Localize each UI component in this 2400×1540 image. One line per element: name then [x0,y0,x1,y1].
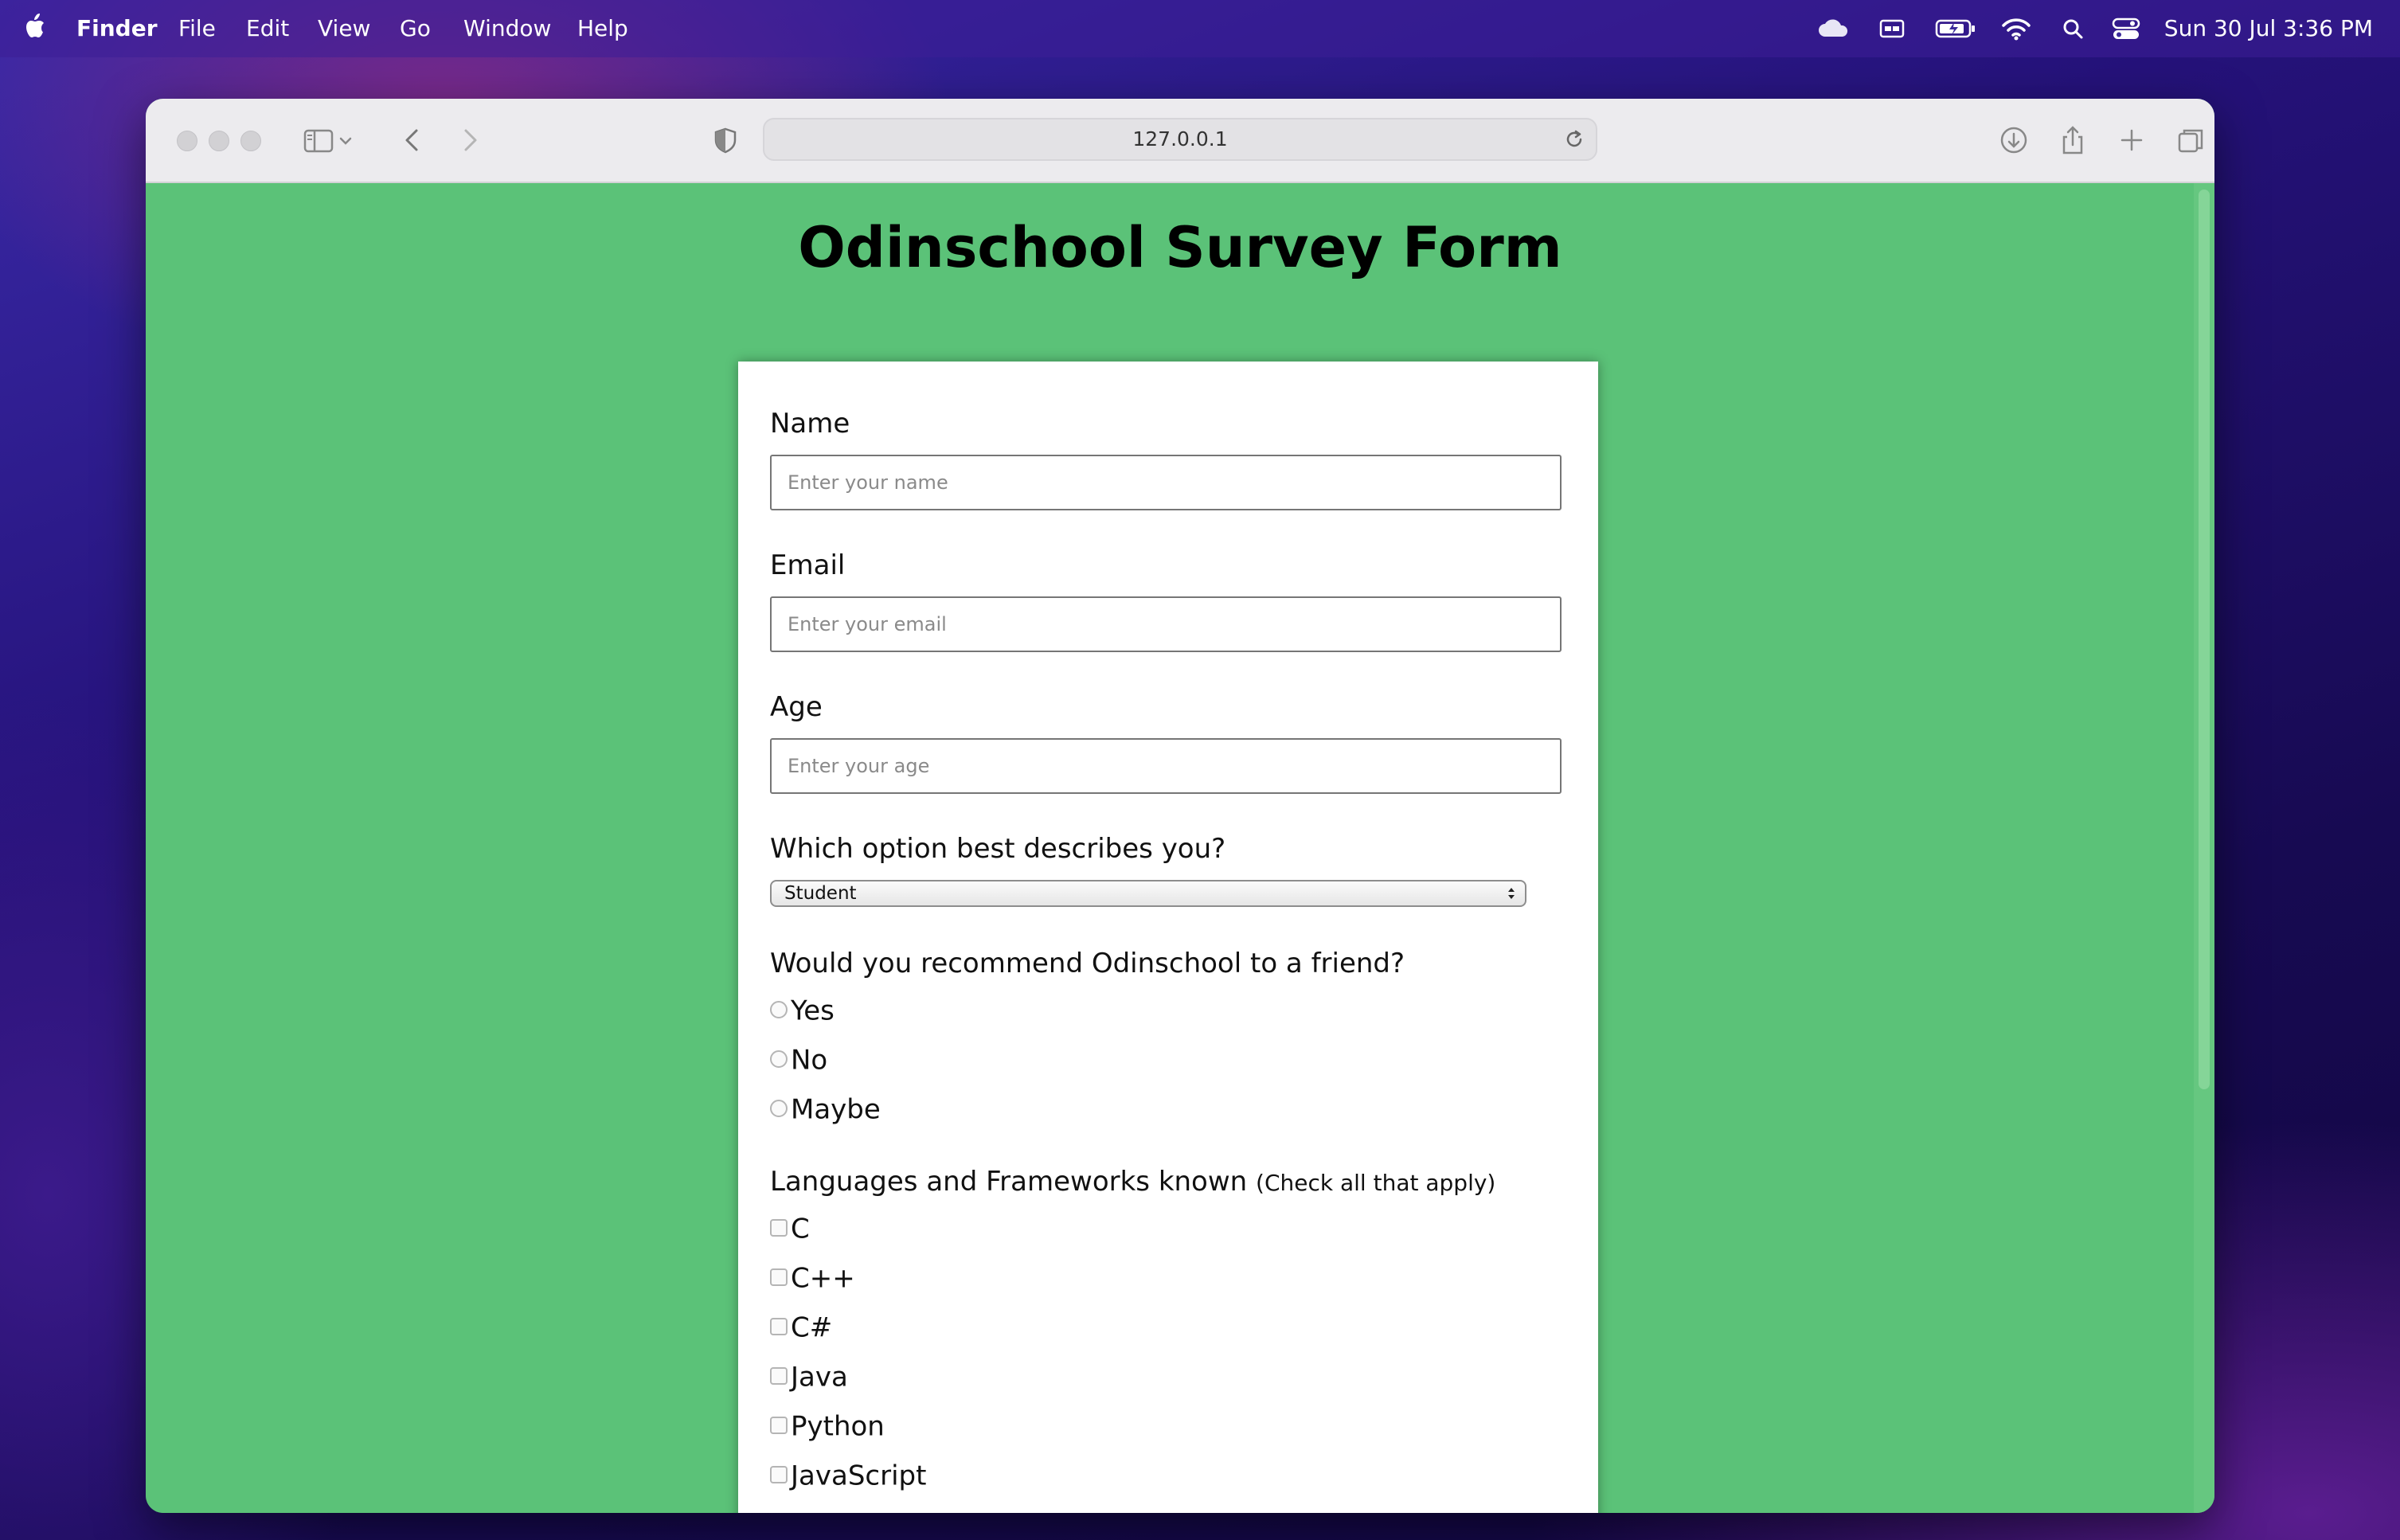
cloud-icon[interactable] [1816,13,1851,45]
radio-maybe[interactable] [770,1099,788,1117]
browser-window: 127.0.0.1 Odinschool Survey Form Name En… [146,99,2214,1513]
menu-help[interactable]: Help [577,14,628,43]
reload-icon[interactable] [1562,127,1586,151]
recommend-option-yes[interactable]: Yes [770,992,835,1027]
option-label: C++ [791,1262,855,1295]
languages-label: Languages and Frameworks known (Check al… [770,1166,1495,1199]
option-label: Yes [791,995,835,1027]
radio-no[interactable] [770,1049,788,1068]
option-label: C# [791,1311,833,1344]
spotlight-search-icon[interactable] [2061,13,2086,45]
checkbox-c[interactable] [770,1218,788,1237]
new-tab-plus-icon[interactable] [2111,119,2152,161]
recommend-option-no[interactable]: No [770,1042,827,1077]
battery-icon[interactable] [1935,13,1976,45]
name-input[interactable] [770,455,1562,510]
address-bar[interactable]: 127.0.0.1 [763,118,1597,161]
email-input[interactable] [770,596,1562,652]
apple-logo-icon[interactable] [22,11,46,43]
age-label: Age [770,691,823,723]
minimize-window-button[interactable] [209,131,229,151]
close-window-button[interactable] [177,131,197,151]
menu-view[interactable]: View [318,14,370,43]
chevron-down-icon[interactable] [335,119,356,161]
display-icon[interactable] [1879,13,1905,45]
downloads-icon[interactable] [1993,119,2035,161]
menu-bar: Finder File Edit View Go Window Help Sun… [0,0,2400,57]
recommend-option-maybe[interactable]: Maybe [770,1091,881,1126]
survey-form: Name Email Age Which option best describ… [738,362,1598,1513]
role-label: Which option best describes you? [770,833,1226,865]
forward-arrow-icon[interactable] [448,119,490,161]
option-label: No [791,1044,828,1077]
language-option-c[interactable]: C [770,1210,810,1245]
browser-toolbar: 127.0.0.1 [146,99,2214,183]
zoom-window-button[interactable] [240,131,261,151]
checkbox-python[interactable] [770,1416,788,1434]
age-input[interactable] [770,738,1562,794]
menu-finder[interactable]: Finder [76,14,158,43]
url-text[interactable]: 127.0.0.1 [764,119,1596,159]
option-label: C [791,1213,810,1245]
language-option-python[interactable]: Python [770,1408,885,1443]
menu-bar-clock[interactable]: Sun 30 Jul 3:36 PM [2164,14,2373,43]
tab-overview-icon[interactable] [2170,119,2211,161]
checkbox-cpp[interactable] [770,1268,788,1286]
control-center-icon[interactable] [2112,13,2140,45]
email-label: Email [770,549,846,581]
wifi-icon[interactable] [2000,13,2032,45]
page-title: Odinschool Survey Form [798,215,1562,280]
sidebar-toggle-icon[interactable] [297,119,338,161]
option-label: Maybe [791,1093,881,1126]
menu-file[interactable]: File [178,14,216,43]
role-select[interactable]: Student [770,880,1526,907]
radio-yes[interactable] [770,1000,788,1018]
checkbox-csharp[interactable] [770,1317,788,1335]
menu-edit[interactable]: Edit [246,14,289,43]
back-arrow-icon[interactable] [393,119,434,161]
menu-window[interactable]: Window [463,14,551,43]
language-option-cpp[interactable]: C++ [770,1260,855,1295]
option-label: Java [791,1361,848,1393]
option-label: Python [791,1410,885,1443]
checkbox-javascript[interactable] [770,1465,788,1483]
option-label: JavaScript [791,1460,927,1492]
web-page: Odinschool Survey Form Name Email Age Wh… [146,183,2214,1513]
menu-go[interactable]: Go [400,14,431,43]
select-arrows-icon [1508,888,1515,899]
languages-label-text: Languages and Frameworks known [770,1166,1248,1198]
language-option-javascript[interactable]: JavaScript [770,1457,926,1492]
privacy-shield-icon[interactable] [705,119,746,161]
scrollbar-thumb[interactable] [2199,190,2210,1089]
page-scrollbar[interactable] [2194,183,2214,1513]
name-label: Name [770,408,850,440]
language-option-csharp[interactable]: C# [770,1309,832,1344]
language-option-java[interactable]: Java [770,1358,848,1393]
languages-hint: (Check all that apply) [1256,1170,1496,1196]
checkbox-java[interactable] [770,1366,788,1385]
share-icon[interactable] [2052,119,2093,161]
recommend-label: Would you recommend Odinschool to a frie… [770,948,1405,979]
role-select-value: Student [784,883,857,904]
